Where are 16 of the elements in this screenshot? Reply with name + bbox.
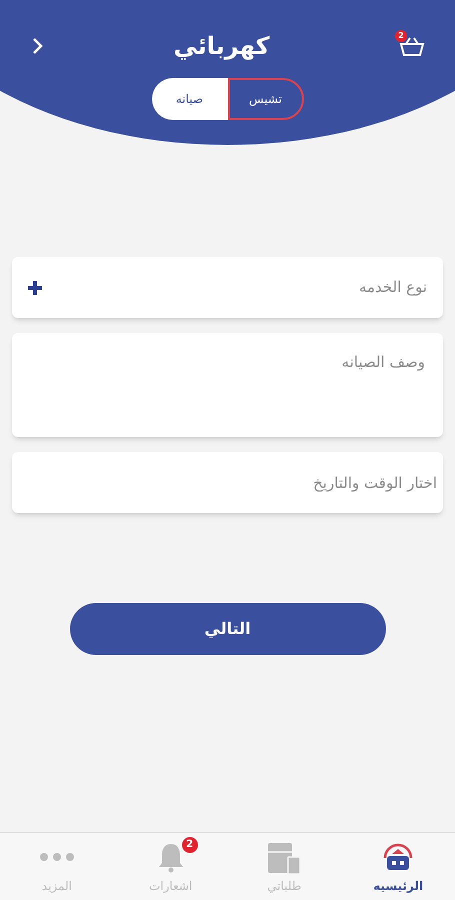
- nav-label: المزيد: [42, 878, 72, 894]
- more-icon: [38, 852, 75, 862]
- nav-label: الرئيسيه: [373, 878, 424, 894]
- next-button[interactable]: التالي: [70, 603, 386, 655]
- page-title: كهربائي: [173, 31, 270, 62]
- date-time-field[interactable]: اختار الوقت والتاريخ: [12, 452, 443, 513]
- segment-tab[interactable]: تشيس: [228, 78, 304, 120]
- description-field[interactable]: وصف الصيانه: [12, 333, 443, 437]
- field-placeholder: نوع الخدمه: [358, 277, 427, 298]
- nav-label: اشعارات: [149, 878, 192, 894]
- plus-icon: [28, 280, 42, 294]
- notification-badge: 2: [182, 836, 198, 852]
- nav-item[interactable]: الرئيسيه: [341, 833, 455, 900]
- back-icon[interactable]: [30, 37, 44, 55]
- nav-label: طلباتي: [267, 878, 302, 894]
- segment-tab[interactable]: صيانه: [152, 78, 228, 120]
